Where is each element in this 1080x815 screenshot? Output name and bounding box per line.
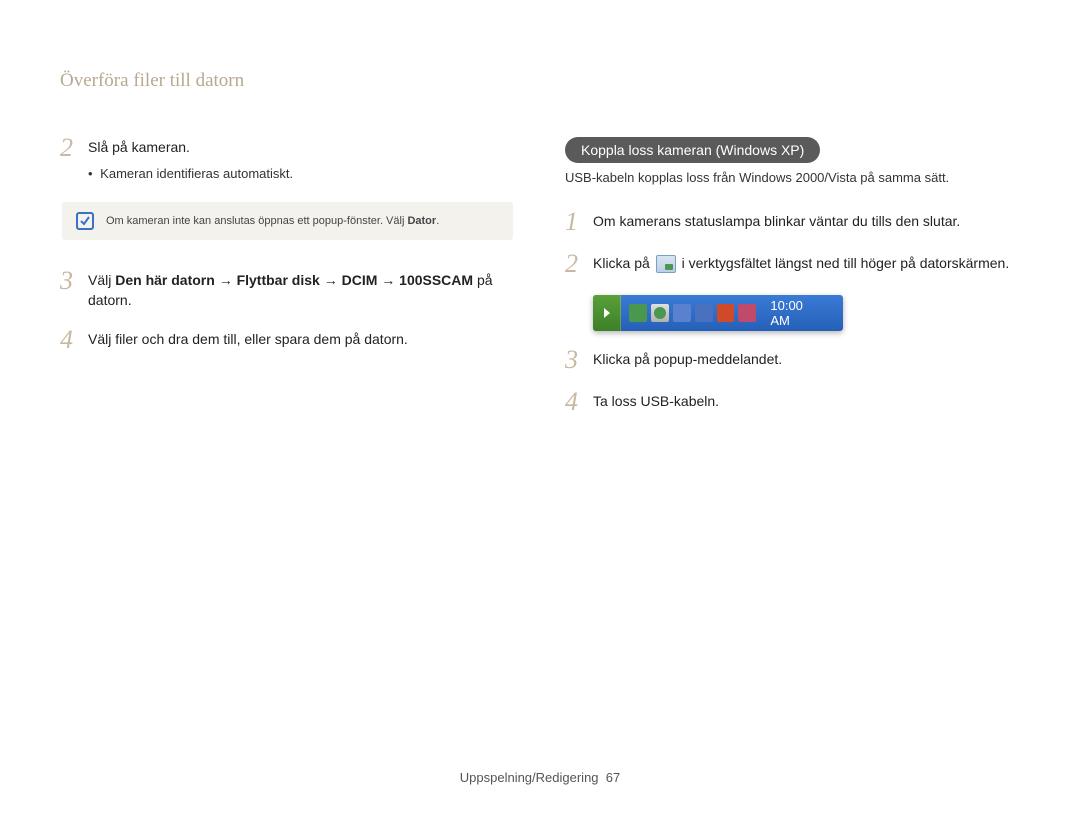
footer-section: Uppspelning/Redigering [460,770,599,785]
note-text: Om kameran inte kan anslutas öppnas ett … [106,215,439,227]
step-body: Välj Den här datorn → Flyttbar disk → DC… [88,270,515,311]
step-body: Välj filer och dra dem till, eller spara… [88,329,515,349]
page-title: Överföra filer till datorn [60,70,1020,92]
windows-xp-taskbar: 10:00 AM [593,295,843,331]
right-step-1: 1 Om kamerans statuslampa blinkar väntar… [565,211,1020,235]
note-post: . [436,215,439,227]
safely-remove-hardware-icon [656,255,676,273]
note-bold: Dator [407,215,436,227]
step-body: Klicka på i verktygsfältet längst ned ti… [593,253,1020,274]
step-number: 3 [565,347,593,373]
xp-start-button [593,295,621,331]
update-icon [738,304,756,322]
note-box: Om kameran inte kan anslutas öppnas ett … [62,202,513,240]
footer-page-number: 67 [606,770,620,785]
chevron-right-icon [604,308,610,318]
step-body: Klicka på popup-meddelandet. [593,349,1020,369]
safely-remove-icon [629,304,647,322]
network-icon [673,304,691,322]
step2-pre: Klicka på [593,255,654,271]
left-step-3: 3 Välj Den här datorn → Flyttbar disk → … [60,270,515,311]
step-bullet: Kameran identifieras automatiskt. [88,165,515,184]
security-icon [651,304,669,322]
step-body: Slå på kameran. Kameran identifieras aut… [88,137,515,184]
step3-bold: Den här datorn → Flyttbar disk → DCIM → … [115,272,473,288]
left-step-2: 2 Slå på kameran. Kameran identifieras a… [60,137,515,184]
volume-icon [717,304,735,322]
left-step-4: 4 Välj filer och dra dem till, eller spa… [60,329,515,353]
page-footer: Uppspelning/Redigering 67 [0,770,1080,785]
right-step-4: 4 Ta loss USB-kabeln. [565,391,1020,415]
taskbar-clock: 10:00 AM [760,298,835,328]
right-step-3: 3 Klicka på popup-meddelandet. [565,349,1020,373]
content-columns: 2 Slå på kameran. Kameran identifieras a… [60,137,1020,433]
step-number: 1 [565,209,593,235]
section-subtitle: USB-kabeln kopplas loss från Windows 200… [565,169,1020,187]
step3-pre: Välj [88,272,115,288]
step-body: Ta loss USB-kabeln. [593,391,1020,411]
step-number: 4 [60,327,88,353]
xp-system-tray: 10:00 AM [621,298,843,328]
step-text: Slå på kameran. [88,139,190,155]
section-pill-header: Koppla loss kameran (Windows XP) [565,137,820,163]
note-icon [76,212,94,230]
step-number: 2 [565,251,593,277]
step-body: Om kamerans statuslampa blinkar väntar d… [593,211,1020,231]
display-icon [695,304,713,322]
right-step-2: 2 Klicka på i verktygsfältet längst ned … [565,253,1020,277]
note-pre: Om kameran inte kan anslutas öppnas ett … [106,215,407,227]
right-column: Koppla loss kameran (Windows XP) USB-kab… [565,137,1020,433]
step2-post: i verktygsfältet längst ned till höger p… [682,255,1010,271]
left-column: 2 Slå på kameran. Kameran identifieras a… [60,137,515,433]
step-number: 4 [565,389,593,415]
step-number: 2 [60,135,88,161]
step-number: 3 [60,268,88,294]
